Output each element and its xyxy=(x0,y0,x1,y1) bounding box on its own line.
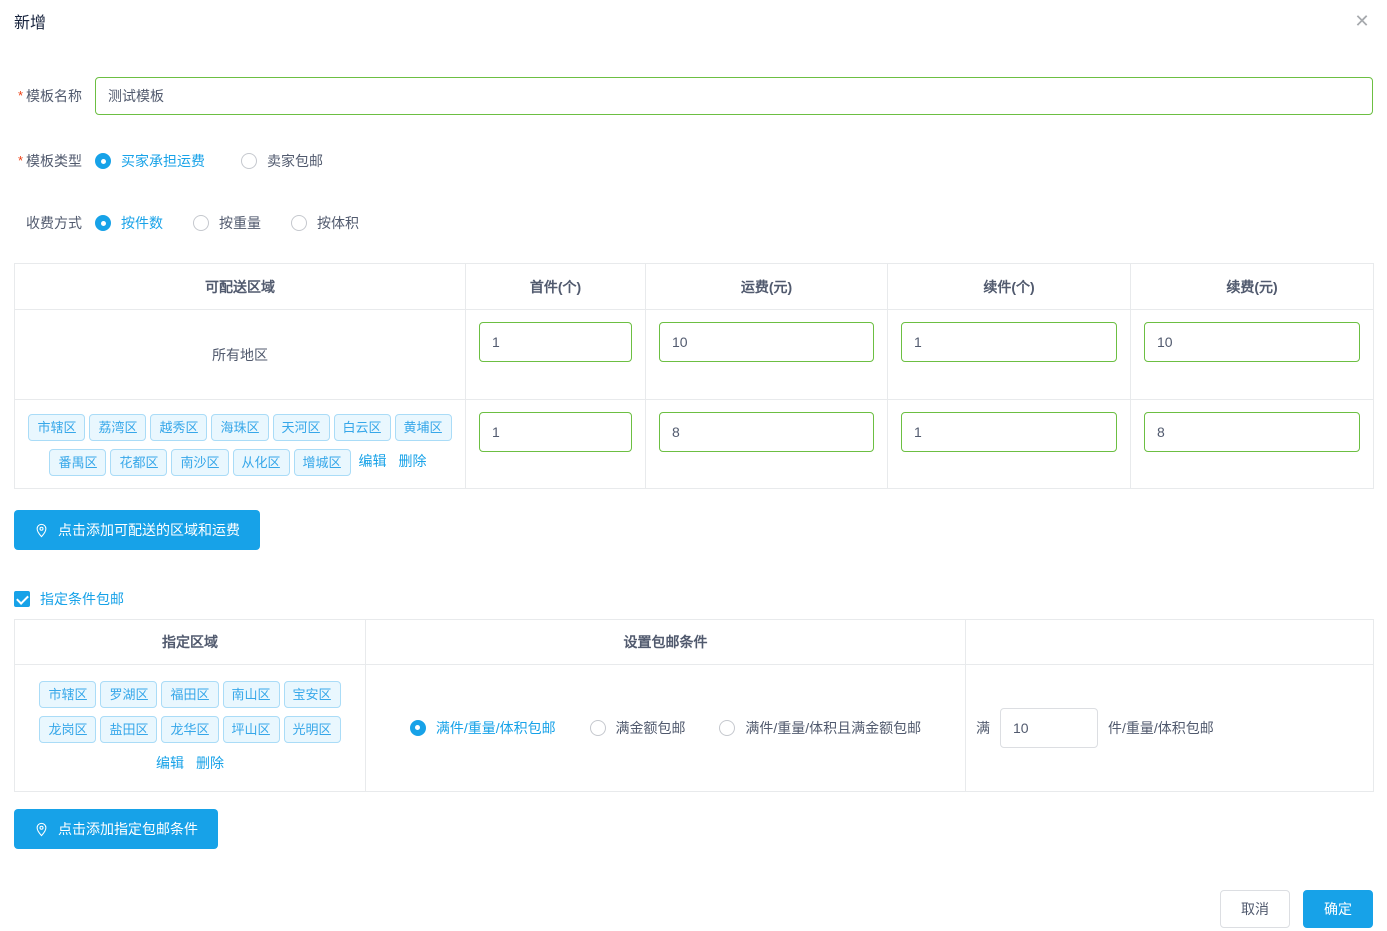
radio-unselected-icon xyxy=(719,720,735,736)
dialog-footer: 取消 确定 xyxy=(14,890,1373,928)
first-qty-input[interactable] xyxy=(479,412,632,452)
threshold-value-input[interactable] xyxy=(1000,708,1098,748)
district-tag: 盐田区 xyxy=(100,716,157,743)
condition-district-tags-cell: 市辖区罗湖区福田区南山区宝安区龙岗区盐田区龙华区坪山区光明区编辑删除 xyxy=(15,665,366,792)
district-tag: 宝安区 xyxy=(284,681,341,708)
charge-method-label: 收费方式 xyxy=(14,213,82,233)
required-asterisk: * xyxy=(18,153,23,168)
location-pin-icon xyxy=(34,523,49,538)
next-qty-input[interactable] xyxy=(901,412,1117,452)
next-fee-input[interactable] xyxy=(1144,412,1360,452)
district-tag: 福田区 xyxy=(161,681,218,708)
shipping-table-header-row: 可配送区域 首件(个) 运费(元) 续件(个) 续费(元) xyxy=(15,264,1374,310)
freight-input[interactable] xyxy=(659,322,874,362)
district-tags-cell: 市辖区荔湾区越秀区海珠区天河区白云区黄埔区番禺区花都区南沙区从化区增城区编辑删除 xyxy=(15,400,466,489)
radio-unselected-icon xyxy=(590,720,606,736)
radio-by-weight[interactable]: 按重量 xyxy=(193,213,261,233)
district-tag: 龙岗区 xyxy=(39,716,96,743)
col-header-first-qty: 首件(个) xyxy=(466,264,646,310)
checkbox-checked-icon[interactable] xyxy=(14,591,30,607)
conditional-free-shipping-row: 指定条件包邮 xyxy=(14,590,1373,608)
next-qty-input[interactable] xyxy=(901,322,1117,362)
district-tag: 天河区 xyxy=(273,414,330,441)
district-tag: 坪山区 xyxy=(223,716,280,743)
district-tag: 番禺区 xyxy=(49,449,106,476)
radio-selected-icon xyxy=(95,153,111,169)
district-tag: 增城区 xyxy=(294,449,351,476)
district-tag: 龙华区 xyxy=(161,716,218,743)
district-tag: 黄埔区 xyxy=(395,414,452,441)
delete-link[interactable]: 删除 xyxy=(399,453,427,469)
col-header-empty xyxy=(966,620,1374,665)
template-type-row: *模板类型 买家承担运费 卖家包邮 xyxy=(14,151,1373,171)
district-tag: 南沙区 xyxy=(171,449,228,476)
free-shipping-condition-table: 指定区域 设置包邮条件 市辖区罗湖区福田区南山区宝安区龙岗区盐田区龙华区坪山区光… xyxy=(14,619,1374,792)
district-tag: 罗湖区 xyxy=(100,681,157,708)
template-name-row: *模板名称 xyxy=(14,77,1373,115)
district-tag: 白云区 xyxy=(334,414,391,441)
radio-unselected-icon xyxy=(291,215,307,231)
threshold-prefix: 满 xyxy=(976,718,990,738)
location-pin-icon xyxy=(34,822,49,837)
add-delivery-area-button[interactable]: 点击添加可配送的区域和运费 xyxy=(14,510,260,550)
col-header-next-qty: 续件(个) xyxy=(888,264,1131,310)
district-tag: 南山区 xyxy=(223,681,280,708)
threshold-suffix: 件/重量/体积包邮 xyxy=(1108,718,1214,738)
col-header-delivery-area: 可配送区域 xyxy=(15,264,466,310)
district-tag: 市辖区 xyxy=(39,681,96,708)
cancel-button[interactable]: 取消 xyxy=(1220,890,1290,928)
condition-type-cell: 满件/重量/体积包邮 满金额包邮 满件/重量/体积且满金额包邮 xyxy=(366,665,966,792)
close-icon[interactable]: ✕ xyxy=(1351,10,1373,32)
dialog-title: 新增 xyxy=(14,14,1373,34)
table-row-all-areas: 所有地区 xyxy=(15,310,1374,400)
required-asterisk: * xyxy=(18,88,23,103)
col-header-next-fee: 续费(元) xyxy=(1131,264,1374,310)
radio-unselected-icon xyxy=(241,153,257,169)
col-header-specified-area: 指定区域 xyxy=(15,620,366,665)
radio-qty-weight-volume-free[interactable]: 满件/重量/体积包邮 xyxy=(410,718,556,738)
shipping-fee-table: 可配送区域 首件(个) 运费(元) 续件(个) 续费(元) 所有地区 市辖区荔湾… xyxy=(14,263,1374,489)
radio-amount-free[interactable]: 满金额包邮 xyxy=(590,718,686,738)
first-qty-input[interactable] xyxy=(479,322,632,362)
radio-selected-icon xyxy=(95,215,111,231)
district-tag: 光明区 xyxy=(284,716,341,743)
area-all-regions: 所有地区 xyxy=(15,310,466,400)
radio-seller-free-shipping[interactable]: 卖家包邮 xyxy=(241,151,323,171)
template-name-label: *模板名称 xyxy=(14,86,82,106)
add-template-dialog: 新增 ✕ *模板名称 *模板类型 买家承担运费 卖家包邮 收费方式 按件数 xyxy=(0,0,1387,931)
condition-row-shenzhen-districts: 市辖区罗湖区福田区南山区宝安区龙岗区盐田区龙华区坪山区光明区编辑删除 满件/重量… xyxy=(15,665,1374,792)
col-header-set-condition: 设置包邮条件 xyxy=(366,620,966,665)
district-tag: 越秀区 xyxy=(150,414,207,441)
freight-input[interactable] xyxy=(659,412,874,452)
add-free-shipping-condition-button[interactable]: 点击添加指定包邮条件 xyxy=(14,809,218,849)
district-tag: 市辖区 xyxy=(28,414,85,441)
radio-buyer-pays-shipping[interactable]: 买家承担运费 xyxy=(95,151,205,171)
radio-selected-icon xyxy=(410,720,426,736)
edit-link[interactable]: 编辑 xyxy=(156,755,184,771)
confirm-button[interactable]: 确定 xyxy=(1303,890,1373,928)
condition-threshold-cell: 满 件/重量/体积包邮 xyxy=(966,665,1374,792)
district-tag: 海珠区 xyxy=(211,414,268,441)
radio-unselected-icon xyxy=(193,215,209,231)
district-tag: 花都区 xyxy=(110,449,167,476)
conditional-free-shipping-label[interactable]: 指定条件包邮 xyxy=(40,589,124,609)
condition-table-header-row: 指定区域 设置包邮条件 xyxy=(15,620,1374,665)
template-name-input[interactable] xyxy=(95,77,1373,115)
district-tag: 荔湾区 xyxy=(89,414,146,441)
radio-by-piece[interactable]: 按件数 xyxy=(95,213,163,233)
col-header-freight: 运费(元) xyxy=(646,264,888,310)
charge-method-row: 收费方式 按件数 按重量 按体积 xyxy=(14,213,1373,233)
radio-by-volume[interactable]: 按体积 xyxy=(291,213,359,233)
radio-qty-and-amount-free[interactable]: 满件/重量/体积且满金额包邮 xyxy=(719,718,921,738)
edit-link[interactable]: 编辑 xyxy=(359,453,387,469)
template-type-label: *模板类型 xyxy=(14,151,82,171)
district-tag: 从化区 xyxy=(233,449,290,476)
table-row-guangzhou-districts: 市辖区荔湾区越秀区海珠区天河区白云区黄埔区番禺区花都区南沙区从化区增城区编辑删除 xyxy=(15,400,1374,489)
next-fee-input[interactable] xyxy=(1144,322,1360,362)
delete-link[interactable]: 删除 xyxy=(196,755,224,771)
